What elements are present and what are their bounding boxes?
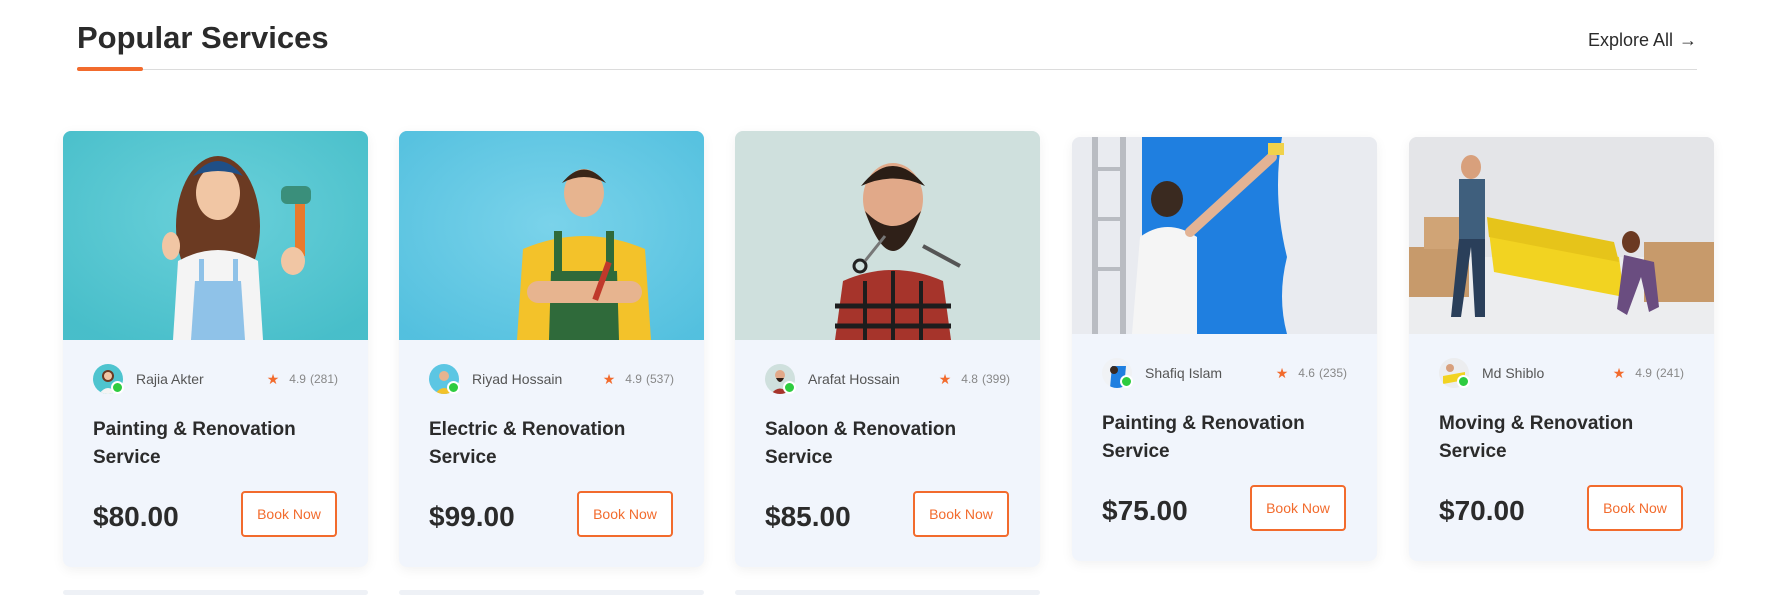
online-status-dot	[1120, 375, 1133, 388]
rating: ★ 4.9 (241)	[1613, 365, 1684, 382]
provider-meta: Shafiq Islam ★ 4.6 (235)	[1102, 358, 1347, 388]
rating: ★ 4.9 (281)	[267, 371, 338, 388]
book-now-button[interactable]: Book Now	[577, 491, 673, 537]
explore-all-label: Explore All	[1587, 30, 1673, 50]
provider-name[interactable]: Arafat Hossain	[808, 371, 900, 387]
next-row-card-edge	[399, 590, 704, 595]
rating-count: (235)	[1318, 366, 1347, 380]
service-title[interactable]: Saloon & Renovation Service	[765, 416, 1015, 472]
provider-avatar	[765, 364, 796, 394]
provider-meta: Riyad Hossain ★ 4.9 (537)	[429, 364, 674, 394]
service-price: $99.00	[429, 501, 515, 532]
rating-value: 4.8	[961, 372, 978, 386]
service-image-wall-painter	[1072, 137, 1377, 334]
service-image-movers	[1409, 137, 1714, 334]
provider-name[interactable]: Md Shiblo	[1482, 365, 1544, 381]
service-image-painter-woman	[63, 131, 368, 340]
service-title[interactable]: Painting & Renovation Service	[93, 416, 343, 472]
section-header: Popular Services Explore All →	[77, 0, 1697, 72]
provider-avatar	[93, 364, 124, 394]
rating-count: (281)	[309, 372, 338, 386]
rating-value: 4.9	[289, 372, 306, 386]
arrow-right-icon: →	[1679, 30, 1697, 50]
star-icon: ★	[266, 370, 280, 387]
rating-value: 4.9	[625, 372, 642, 386]
next-row-card-edge	[735, 590, 1040, 595]
service-price: $85.00	[765, 501, 851, 532]
service-price: $70.00	[1439, 495, 1525, 526]
service-title[interactable]: Moving & Renovation Service	[1439, 410, 1689, 466]
provider-avatar	[1102, 358, 1133, 388]
star-icon: ★	[1612, 364, 1626, 381]
rating-value: 4.9	[1635, 366, 1652, 380]
service-title[interactable]: Painting & Renovation Service	[1102, 410, 1352, 466]
provider-name[interactable]: Shafiq Islam	[1145, 365, 1222, 381]
online-status-dot	[447, 381, 460, 394]
provider-name[interactable]: Rajia Akter	[136, 371, 204, 387]
star-icon: ★	[938, 370, 952, 387]
book-now-button[interactable]: Book Now	[241, 491, 337, 537]
provider-meta: Rajia Akter ★ 4.9 (281)	[93, 364, 338, 394]
service-card[interactable]: Arafat Hossain ★ 4.8 (399) Saloon & Reno…	[735, 131, 1040, 567]
rating-count: (399)	[981, 372, 1010, 386]
rating-count: (537)	[645, 372, 674, 386]
online-status-dot	[1457, 375, 1470, 388]
service-price: $75.00	[1102, 495, 1188, 526]
section-divider	[77, 69, 1697, 70]
rating: ★ 4.6 (235)	[1276, 365, 1347, 382]
service-card[interactable]: Rajia Akter ★ 4.9 (281) Painting & Renov…	[63, 131, 368, 567]
service-card[interactable]: Md Shiblo ★ 4.9 (241) Moving & Renovatio…	[1409, 137, 1714, 561]
explore-all-link[interactable]: Explore All →	[1588, 30, 1697, 51]
rating-value: 4.6	[1298, 366, 1315, 380]
star-icon: ★	[602, 370, 616, 387]
online-status-dot	[111, 381, 124, 394]
rating: ★ 4.9 (537)	[603, 371, 674, 388]
star-icon: ★	[1275, 364, 1289, 381]
next-row-card-edge	[63, 590, 368, 595]
service-title[interactable]: Electric & Renovation Service	[429, 416, 679, 472]
service-image-barber	[735, 131, 1040, 340]
provider-avatar	[1439, 358, 1470, 388]
rating-count: (241)	[1655, 366, 1684, 380]
service-image-electrician	[399, 131, 704, 340]
book-now-button[interactable]: Book Now	[1587, 485, 1683, 531]
provider-meta: Arafat Hossain ★ 4.8 (399)	[765, 364, 1010, 394]
book-now-button[interactable]: Book Now	[913, 491, 1009, 537]
provider-avatar	[429, 364, 460, 394]
section-title: Popular Services	[77, 20, 329, 55]
book-now-button[interactable]: Book Now	[1250, 485, 1346, 531]
provider-meta: Md Shiblo ★ 4.9 (241)	[1439, 358, 1684, 388]
online-status-dot	[783, 381, 796, 394]
section-divider-accent	[77, 67, 143, 71]
provider-name[interactable]: Riyad Hossain	[472, 371, 562, 387]
rating: ★ 4.8 (399)	[939, 371, 1010, 388]
service-card[interactable]: Riyad Hossain ★ 4.9 (537) Electric & Ren…	[399, 131, 704, 567]
service-card[interactable]: Shafiq Islam ★ 4.6 (235) Painting & Reno…	[1072, 137, 1377, 561]
service-price: $80.00	[93, 501, 179, 532]
